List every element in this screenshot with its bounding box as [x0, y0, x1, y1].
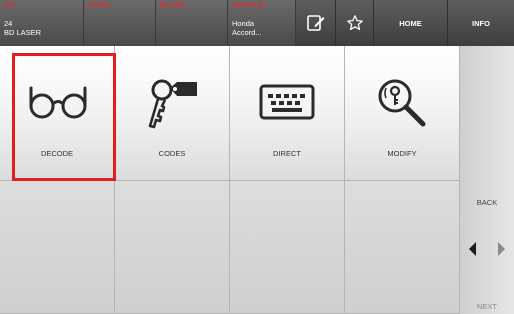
selection-highlight	[12, 53, 116, 181]
page-arrows	[460, 231, 514, 271]
empty-tile-3	[230, 181, 345, 314]
back-arrow-icon[interactable]	[466, 239, 480, 259]
screen: SN: 24 BD LASER CODE: BLANK: VEHICLE: Ho…	[0, 0, 514, 314]
code-label: CODE:	[88, 2, 112, 9]
vehicle-value-line2: Accord...	[232, 28, 262, 37]
blank-field: BLANK:	[156, 0, 228, 46]
sn-value: 24 BD LASER	[4, 19, 41, 37]
blank-label: BLANK:	[160, 2, 189, 9]
vehicle-value: Honda Accord...	[232, 19, 262, 37]
sn-label: SN:	[4, 2, 17, 9]
direct-label: DIRECT	[273, 149, 301, 158]
side-navigation: BACK NEXT	[460, 46, 514, 314]
next-label: NEXT	[476, 302, 497, 311]
empty-tile-1	[0, 181, 115, 314]
codes-tile[interactable]: CODES	[115, 46, 230, 181]
sn-field: SN: 24 BD LASER	[0, 0, 84, 46]
sn-value-line1: 24	[4, 19, 13, 28]
vehicle-value-line1: Honda	[232, 19, 255, 28]
sn-value-line2: BD LASER	[4, 28, 42, 37]
empty-tile-4	[345, 181, 460, 314]
next-arrow-icon[interactable]	[494, 239, 508, 259]
empty-tile-2	[115, 181, 230, 314]
codes-label: CODES	[158, 149, 186, 158]
home-button[interactable]: HOME	[374, 0, 448, 46]
modify-tile[interactable]: MODIFY	[345, 46, 460, 181]
magnifier-key-icon	[378, 79, 426, 127]
vehicle-field: VEHICLE: Honda Accord...	[228, 0, 296, 46]
edit-button[interactable]	[296, 0, 336, 46]
code-field: CODE:	[84, 0, 156, 46]
info-button[interactable]: INFO	[448, 0, 514, 46]
vehicle-label: VEHICLE:	[232, 2, 267, 9]
back-label: BACK	[476, 198, 498, 207]
favorite-button[interactable]	[336, 0, 374, 46]
modify-label: MODIFY	[387, 149, 417, 158]
keyboard-icon	[259, 84, 315, 120]
edit-icon	[306, 15, 324, 31]
header-bar: SN: 24 BD LASER CODE: BLANK: VEHICLE: Ho…	[0, 0, 514, 47]
key-tag-icon	[148, 79, 197, 129]
direct-tile[interactable]: DIRECT	[230, 46, 345, 181]
star-icon	[346, 15, 363, 31]
